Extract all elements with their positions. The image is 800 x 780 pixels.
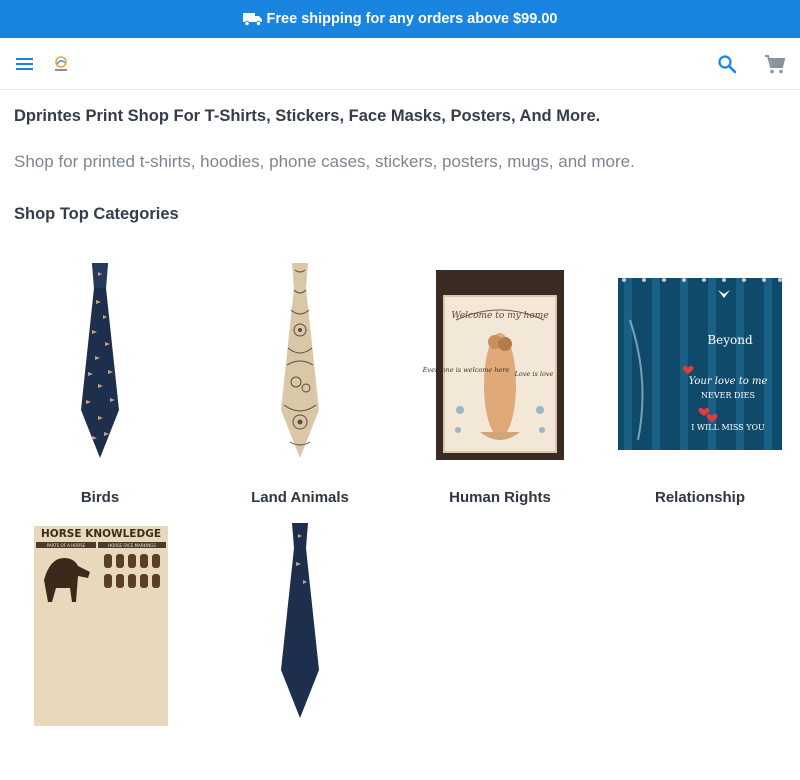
promo-bar: Free shipping for any orders above $99.0… [0,0,800,38]
curtain-text-never-dies: NEVER DIES [701,391,755,400]
page-subtitle: Shop for printed t-shirts, hoodies, phon… [14,152,635,171]
category-card-human-rights[interactable]: Welcome to my home Everyone is welcome h… [400,260,600,520]
category-label: Birds [80,489,120,506]
category-card-birds[interactable]: Birds [0,260,200,520]
flag-top-text: Welcome to my home [451,311,548,321]
blue-shower-curtain-beyond: Beyond Your love to me NEVER DIES I WILL… [618,278,782,450]
poster-right-header: HORSE FACE MARKINGS [108,543,156,548]
poster-title: HORSE KNOWLEDGE [41,528,161,540]
curtain-text-miss-you: I WILL MISS YOU [691,423,765,432]
beige-tie-with-tattoo-print [281,263,319,458]
category-card-tie[interactable] [200,520,400,780]
poster-left-header: PARTS OF A HORSE [47,543,86,548]
category-card-relationship[interactable]: Beyond Your love to me NEVER DIES I WILL… [600,260,800,520]
flag-right-text: Love is love [514,370,554,378]
navy-tie-print [281,523,319,718]
page-title: Dprintes Print Shop For T-Shirts, Sticke… [14,107,601,125]
categories-heading: Shop Top Categories [14,205,179,223]
promo-text: Free shipping for any orders above $99.0… [266,11,558,27]
truck-icon [242,13,262,26]
flag-left-text: Everyone is welcome here [422,366,510,374]
hamburger-menu-icon[interactable] [14,54,36,74]
horse-knowledge-poster: HORSE KNOWLEDGE PARTS OF A HORSE HORSE F… [34,526,168,726]
shopping-cart-icon[interactable] [763,53,787,75]
site-header [0,38,800,90]
category-card-land-animals[interactable]: Land Animals [200,260,400,520]
category-label: Human Rights [449,489,551,506]
navy-tie-with-birds-print [81,263,119,458]
category-card-horse-poster[interactable]: HORSE KNOWLEDGE PARTS OF A HORSE HORSE F… [0,520,200,780]
curtain-text-love: Your love to me [689,376,768,387]
category-label: Relationship [654,489,745,506]
search-icon[interactable] [716,53,738,75]
garden-flag-welcome-to-my-home: Welcome to my home Everyone is welcome h… [422,270,564,460]
dprintes-logo-icon[interactable] [51,54,71,74]
category-label: Land Animals [251,489,349,506]
curtain-text-beyond: Beyond [707,333,753,347]
